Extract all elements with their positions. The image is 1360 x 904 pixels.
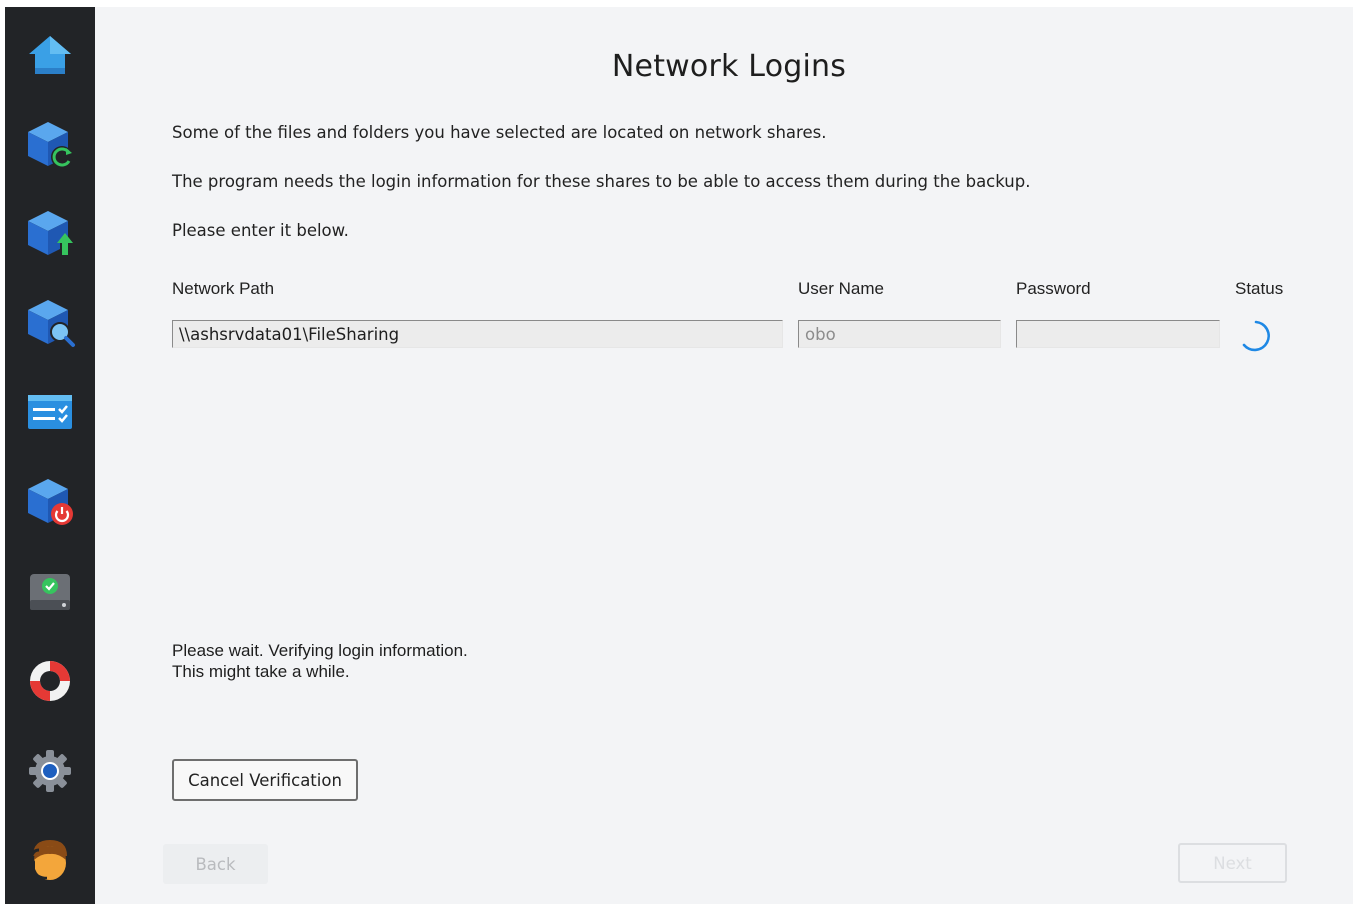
- header-user-name: User Name: [798, 279, 884, 298]
- nav-restore[interactable]: [5, 113, 95, 175]
- nav-search[interactable]: [5, 291, 95, 353]
- page-title: Network Logins: [611, 49, 847, 84]
- backup-search-icon: [28, 300, 75, 347]
- backup-power-icon: [28, 479, 73, 525]
- nav-tasks[interactable]: [5, 381, 95, 443]
- network-path-field[interactable]: [172, 320, 783, 348]
- user-name-field[interactable]: [798, 320, 1001, 348]
- password-field[interactable]: [1016, 320, 1220, 348]
- lifebuoy-icon: [30, 661, 70, 701]
- header-status: Status: [1235, 279, 1284, 298]
- backup-restore-icon: [28, 122, 73, 168]
- nav-home[interactable]: [5, 24, 95, 86]
- verification-status-line2: This might take a while.: [172, 662, 350, 681]
- gear-icon: [29, 750, 71, 792]
- verification-status-line1: Please wait. Verifying login information…: [172, 641, 468, 660]
- nav-shutdown[interactable]: [5, 470, 95, 532]
- task-list-icon: [28, 395, 72, 429]
- main-panel: Network Logins Some of the files and fol…: [95, 7, 1353, 904]
- nav-backup[interactable]: [5, 202, 95, 264]
- nav-support[interactable]: [5, 650, 95, 712]
- intro-text-3: Please enter it below.: [172, 221, 349, 240]
- header-network-path: Network Path: [172, 279, 275, 298]
- home-icon: [29, 36, 71, 74]
- sidebar: [5, 7, 95, 904]
- header-password: Password: [1016, 279, 1091, 298]
- drive-check-icon: [30, 574, 70, 610]
- nav-settings[interactable]: [5, 740, 95, 802]
- nav-drive[interactable]: [5, 560, 95, 622]
- cancel-verification-button[interactable]: Cancel Verification: [172, 759, 358, 801]
- backup-upload-icon: [28, 211, 73, 257]
- intro-text-2: The program needs the login information …: [172, 172, 1031, 191]
- back-button[interactable]: Back: [163, 844, 268, 884]
- verification-status: Please wait. Verifying login information…: [172, 640, 468, 682]
- next-button[interactable]: Next: [1178, 843, 1287, 883]
- loading-spinner-icon: [1242, 320, 1270, 352]
- user-avatar-icon: [29, 840, 67, 880]
- intro-text-1: Some of the files and folders you have s…: [172, 123, 827, 142]
- nav-account[interactable]: [5, 830, 95, 892]
